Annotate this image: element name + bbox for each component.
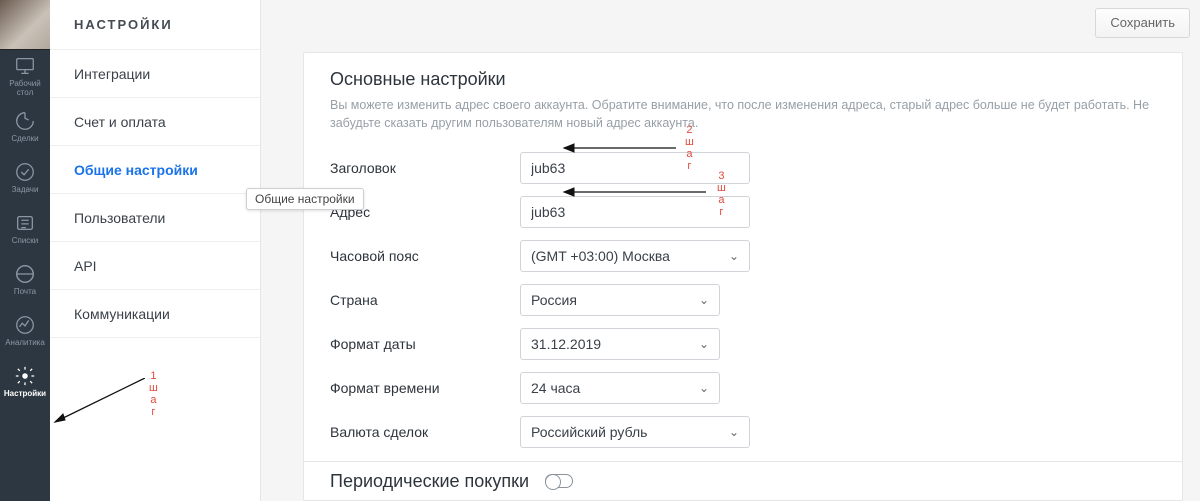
field-country-row: Страна Россия ⌄ — [330, 278, 1156, 322]
rail-label: Почта — [14, 287, 36, 296]
field-title-row: Заголовок — [330, 146, 1156, 190]
section-description: Вы можете изменить адрес своего аккаунта… — [330, 96, 1156, 132]
tz-select[interactable]: (GMT +03:00) Москва ⌄ — [520, 240, 750, 272]
periodic-purchases-panel: Периодические покупки — [303, 461, 1183, 501]
select-value: 24 часа — [531, 380, 580, 396]
chevron-down-icon: ⌄ — [699, 337, 709, 351]
field-date-row: Формат даты 31.12.2019 ⌄ — [330, 322, 1156, 366]
field-tz-row: Часовой пояс (GMT +03:00) Москва ⌄ — [330, 234, 1156, 278]
chevron-down-icon: ⌄ — [729, 425, 739, 439]
sidebar-item-users[interactable]: Пользователи — [50, 194, 260, 242]
annotation-step2: 2 ш а г — [685, 124, 694, 172]
annotation-step3: 3 ш а г — [717, 170, 726, 218]
title-input[interactable] — [520, 152, 750, 184]
analytics-icon — [14, 314, 36, 336]
rail-label: Аналитика — [5, 338, 45, 347]
mail-icon — [14, 263, 36, 285]
save-button[interactable]: Сохранить — [1095, 8, 1190, 38]
annotation-arrow-1 — [45, 378, 145, 426]
rail-item-analytics[interactable]: Аналитика — [0, 305, 50, 356]
sidebar-item-label: Пользователи — [74, 210, 165, 226]
chevron-down-icon: ⌄ — [699, 293, 709, 307]
sub-section-title: Периодические покупки — [330, 471, 529, 492]
field-address-row: Адрес — [330, 190, 1156, 234]
lists-icon — [14, 212, 36, 234]
rail-item-deals[interactable]: Сделки — [0, 101, 50, 152]
select-value: Россия — [531, 292, 577, 308]
select-value: Российский рубль — [531, 424, 647, 440]
rail-item-tasks[interactable]: Задачи — [0, 152, 50, 203]
field-label: Заголовок — [330, 160, 520, 176]
annotation-arrow-2 — [556, 142, 676, 154]
rail-label: Рабочий стол — [0, 79, 50, 97]
deals-icon — [14, 110, 36, 132]
field-currency-row: Валюта сделок Российский рубль ⌄ — [330, 410, 1156, 454]
field-label: Страна — [330, 292, 520, 308]
annotation-step1: 1 ш а г — [149, 370, 158, 418]
sidebar-item-label: Счет и оплата — [74, 114, 166, 130]
address-input[interactable] — [520, 196, 750, 228]
sidebar-item-label: API — [74, 258, 97, 274]
top-bar: Сохранить — [261, 0, 1200, 45]
rail-label: Списки — [12, 236, 39, 245]
rail-item-dashboard[interactable]: Рабочий стол — [0, 50, 50, 101]
section-title: Основные настройки — [330, 69, 1156, 90]
sidebar-item-api[interactable]: API — [50, 242, 260, 290]
periodic-toggle[interactable] — [545, 474, 573, 488]
icon-rail: Рабочий стол Сделки Задачи Списки Почта … — [0, 0, 50, 501]
main-panel: Основные настройки Вы можете изменить ад… — [303, 52, 1183, 479]
currency-select[interactable]: Российский рубль ⌄ — [520, 416, 750, 448]
tasks-icon — [14, 161, 36, 183]
annotation-arrow-3 — [556, 186, 706, 198]
select-value: 31.12.2019 — [531, 336, 601, 352]
avatar[interactable] — [0, 0, 50, 50]
sidebar-title: НАСТРОЙКИ — [50, 0, 260, 50]
sidebar-item-label: Общие настройки — [74, 162, 198, 178]
tooltip: Общие настройки — [246, 188, 364, 210]
sidebar-item-billing[interactable]: Счет и оплата — [50, 98, 260, 146]
time-format-select[interactable]: 24 часа ⌄ — [520, 372, 720, 404]
rail-label: Задачи — [12, 185, 39, 194]
sidebar-item-label: Интеграции — [74, 66, 150, 82]
date-format-select[interactable]: 31.12.2019 ⌄ — [520, 328, 720, 360]
country-select[interactable]: Россия ⌄ — [520, 284, 720, 316]
sidebar-item-label: Коммуникации — [74, 306, 170, 322]
rail-item-mail[interactable]: Почта — [0, 254, 50, 305]
rail-item-settings[interactable]: Настройки — [0, 356, 50, 407]
field-label: Часовой пояс — [330, 248, 520, 264]
rail-item-lists[interactable]: Списки — [0, 203, 50, 254]
sidebar-item-communications[interactable]: Коммуникации — [50, 290, 260, 338]
sidebar-item-integrations[interactable]: Интеграции — [50, 50, 260, 98]
chevron-down-icon: ⌄ — [729, 249, 739, 263]
sidebar-item-general[interactable]: Общие настройки — [50, 146, 260, 194]
field-label: Формат времени — [330, 380, 520, 396]
field-label: Формат даты — [330, 336, 520, 352]
rail-label: Сделки — [11, 134, 38, 143]
chevron-down-icon: ⌄ — [699, 381, 709, 395]
field-time-row: Формат времени 24 часа ⌄ — [330, 366, 1156, 410]
settings-icon — [14, 365, 36, 387]
select-value: (GMT +03:00) Москва — [531, 248, 670, 264]
field-label: Валюта сделок — [330, 424, 520, 440]
desktop-icon — [14, 55, 36, 77]
rail-label: Настройки — [4, 389, 46, 398]
